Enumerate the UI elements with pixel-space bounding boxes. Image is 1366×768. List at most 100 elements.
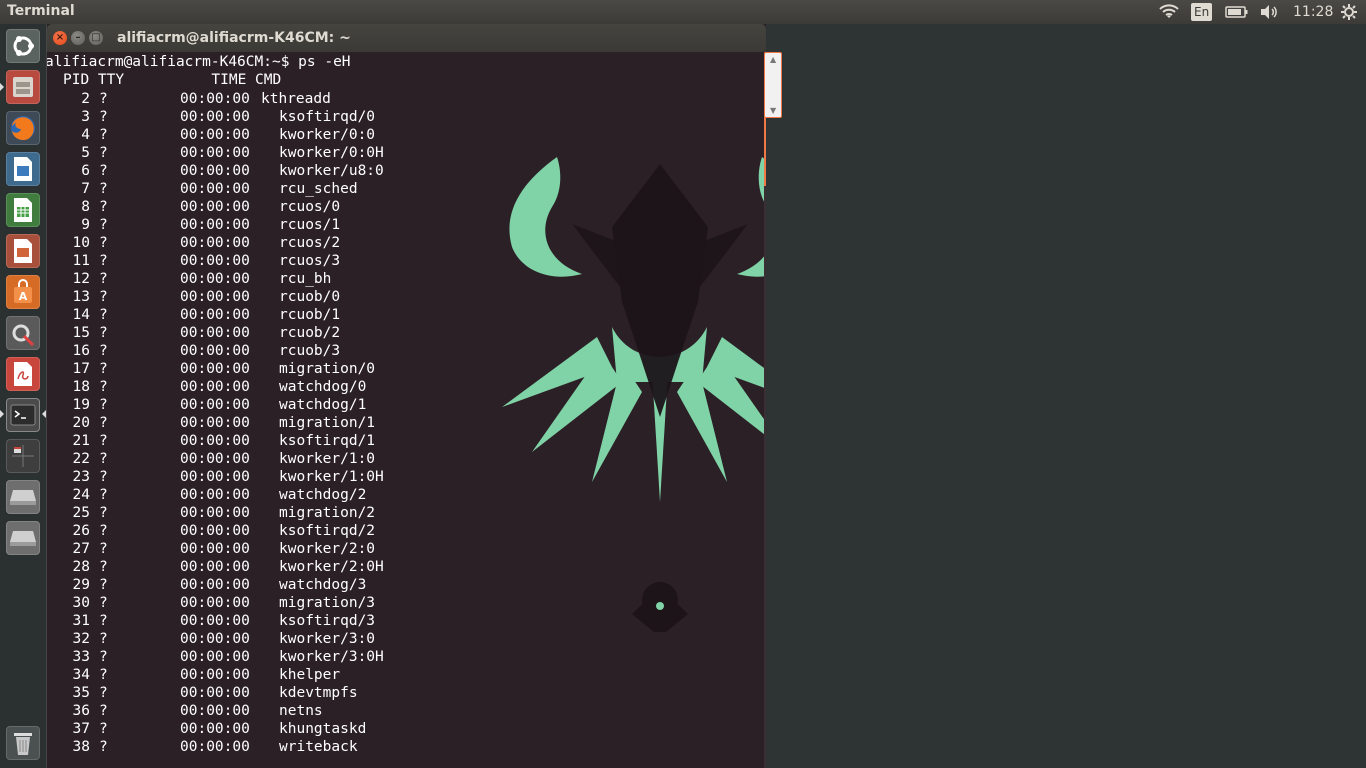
process-time: 00:00:00 [180,217,250,233]
process-time: 00:00:00 [180,127,250,143]
process-cmd: rcuos/3 [279,253,341,269]
process-pid: 28 [72,559,90,575]
process-pid: 29 [72,577,90,593]
process-tty: ? [99,271,108,287]
process-tty: ? [99,235,108,251]
process-tty: ? [99,145,108,161]
keyboard-layout-label: En [1191,3,1213,21]
presentation-icon [14,239,32,263]
drive-2-launcher-button[interactable] [6,521,40,555]
process-cmd: watchdog/2 [279,487,367,503]
trash-launcher-button[interactable] [6,726,40,760]
process-tty: ? [99,217,108,233]
process-time: 00:00:00 [180,415,250,431]
process-tty: ? [99,649,108,665]
process-cmd: kworker/u8:0 [279,163,384,179]
process-pid: 24 [72,487,90,503]
process-cmd: writeback [279,739,358,755]
process-time: 00:00:00 [180,235,250,251]
process-pid: 18 [72,379,90,395]
close-window-button[interactable]: × [53,31,67,45]
process-pid: 15 [72,325,90,341]
scrollbar-handle[interactable]: ▲ ▼ [764,52,782,118]
process-cmd: kthreadd [261,91,331,107]
close-icon: × [55,32,65,43]
terminal-output[interactable]: alifiacrm@alifiacrm-K46CM:~$ ps -eH PID … [47,52,766,768]
document-viewer-launcher-button[interactable] [6,357,40,391]
process-tty: ? [99,721,108,737]
process-tty: ? [99,343,108,359]
software-center-launcher-button[interactable]: A [6,275,40,309]
system-settings-launcher-button[interactable] [6,316,40,350]
ubuntu-logo-icon [13,36,34,56]
process-tty: ? [99,667,108,683]
process-cmd: migration/0 [279,361,376,377]
process-tty: ? [99,541,108,557]
process-pid: 27 [72,541,90,557]
process-cmd: rcuob/3 [279,343,341,359]
process-cmd: rcuob/0 [279,289,341,305]
hard-drive-icon [10,490,36,505]
maximize-window-button[interactable]: □ [89,31,103,45]
process-pid: 8 [81,199,90,215]
writer-launcher-button[interactable] [6,152,40,186]
process-time: 00:00:00 [180,325,250,341]
process-time: 00:00:00 [180,469,250,485]
calc-launcher-button[interactable] [6,193,40,227]
process-tty: ? [99,397,108,413]
minimize-icon: – [75,32,81,43]
process-time: 00:00:00 [180,271,250,287]
process-time: 00:00:00 [180,433,250,449]
process-time: 00:00:00 [180,307,250,323]
process-cmd: kworker/0:0H [279,145,384,161]
keyboard-layout-indicator[interactable]: En [1191,0,1213,24]
process-time: 00:00:00 [180,451,250,467]
process-tty: ? [99,631,108,647]
process-pid: 4 [81,127,90,143]
process-cmd: kworker/2:0H [279,559,384,575]
clock-label: 11:28 [1293,4,1334,20]
process-cmd: rcuos/2 [279,235,341,251]
window-titlebar[interactable]: × – □ alifiacrm@alifiacrm-K46CM: ~ [47,24,766,52]
battery-icon[interactable] [1225,0,1249,24]
settings-gear-icon[interactable] [1340,0,1358,24]
workspace-switcher-button[interactable] [6,439,40,473]
terminal-window: × – □ alifiacrm@alifiacrm-K46CM: ~ alifi… [47,24,782,768]
minimize-window-button[interactable]: – [71,31,85,45]
terminal-launcher-button[interactable] [6,398,40,432]
terminal-icon [10,404,36,426]
process-pid: 38 [72,739,90,755]
drive-1-launcher-button[interactable] [6,480,40,514]
firefox-launcher-button[interactable] [6,111,40,145]
impress-launcher-button[interactable] [6,234,40,268]
process-pid: 16 [72,343,90,359]
process-tty: ? [99,739,108,755]
process-tty: ? [99,253,108,269]
process-tty: ? [99,199,108,215]
process-time: 00:00:00 [180,577,250,593]
process-pid: 2 [81,91,90,107]
files-launcher-button[interactable] [6,70,40,104]
process-time: 00:00:00 [180,199,250,215]
running-indicator [0,410,4,418]
wifi-icon[interactable] [1158,0,1180,24]
process-tty: ? [99,559,108,575]
process-tty: ? [99,181,108,197]
wallpaper-logo [502,157,766,632]
process-pid: 32 [72,631,90,647]
process-cmd: khelper [279,667,341,683]
process-cmd: migration/1 [279,415,376,431]
process-time: 00:00:00 [180,289,250,305]
volume-icon[interactable] [1259,0,1279,24]
clock[interactable]: 11:28 [1293,0,1333,24]
pdf-viewer-icon [14,362,32,386]
process-cmd: kworker/0:0 [279,127,376,143]
running-indicator [0,83,4,91]
process-pid: 17 [72,361,90,377]
dash-home-button[interactable] [6,29,40,63]
process-time: 00:00:00 [180,343,250,359]
process-tty: ? [99,325,108,341]
process-pid: 31 [72,613,90,629]
process-pid: 13 [72,289,90,305]
process-cmd: ksoftirqd/3 [279,613,376,629]
